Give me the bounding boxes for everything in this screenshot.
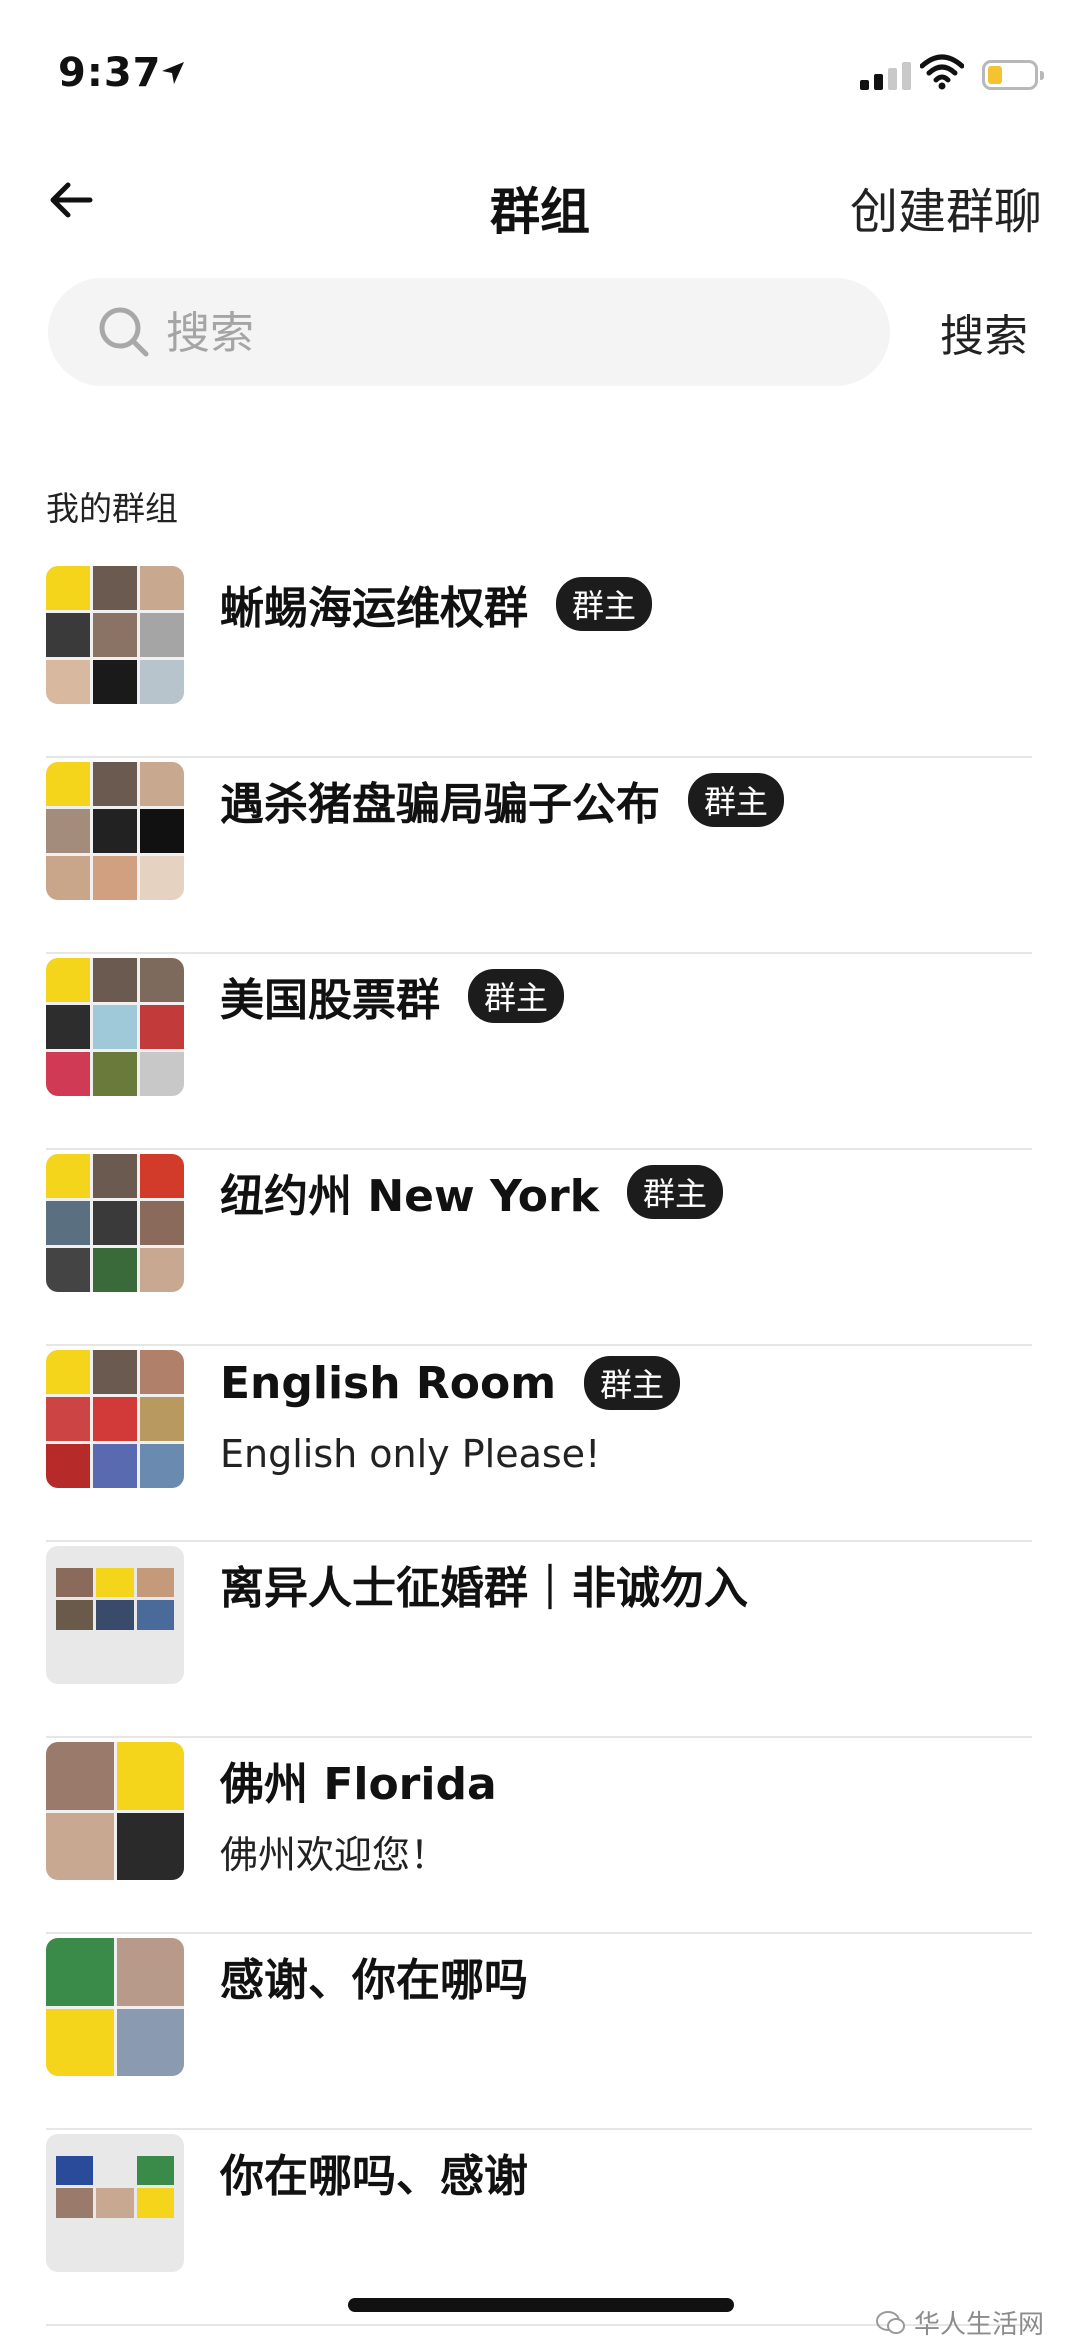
group-row[interactable]: 纽约州 New York 群主: [46, 1150, 1032, 1346]
watermark-text: 华人生活网: [914, 2310, 1045, 2340]
group-list: 蜥蜴海运维权群 群主 遇杀猪盘骗局骗子公布 群主 美国股票群 群主 纽约州 New Y…: [46, 562, 1032, 2326]
group-row[interactable]: 你在哪吗、感谢: [46, 2130, 1032, 2326]
group-avatar: [46, 2134, 184, 2272]
create-group-button[interactable]: 创建群聊: [850, 172, 1042, 242]
group-name: 遇杀猪盘骗局骗子公布: [220, 779, 660, 830]
wifi-icon: [920, 54, 964, 90]
owner-badge: 群主: [688, 773, 785, 827]
group-name: 感谢、你在哪吗: [220, 1955, 528, 2006]
section-title: 我的群组: [46, 489, 178, 528]
group-row[interactable]: English Room 群主 English only Please!: [46, 1346, 1032, 1542]
group-avatar: [46, 1742, 184, 1880]
group-row[interactable]: 美国股票群 群主: [46, 954, 1032, 1150]
group-name: 蜥蜴海运维权群: [220, 583, 528, 634]
search-box[interactable]: [48, 278, 890, 386]
group-name: 美国股票群: [220, 975, 440, 1026]
home-indicator[interactable]: [348, 2298, 734, 2312]
search-button[interactable]: 搜索: [940, 300, 1028, 364]
group-row[interactable]: 离异人士征婚群｜非诚勿入: [46, 1542, 1032, 1738]
search-icon: [99, 307, 149, 357]
location-arrow-icon: [162, 62, 184, 84]
owner-badge: 群主: [556, 577, 653, 631]
owner-badge: 群主: [626, 1165, 723, 1219]
group-name: English Room: [220, 1357, 557, 1409]
group-name: 离异人士征婚群｜非诚勿入: [220, 1563, 748, 1614]
status-bar: 9:37: [0, 0, 1080, 150]
group-avatar: [46, 958, 184, 1096]
battery-icon: [982, 60, 1044, 90]
group-avatar: [46, 762, 184, 900]
group-avatar: [46, 1350, 184, 1488]
group-name: 纽约州 New York: [220, 1171, 599, 1222]
owner-badge: 群主: [584, 1356, 681, 1410]
status-time: 9:37: [58, 50, 162, 96]
group-avatar: [46, 566, 184, 704]
wechat-icon: [876, 2310, 905, 2334]
group-row[interactable]: 遇杀猪盘骗局骗子公布 群主: [46, 758, 1032, 954]
group-name: 你在哪吗、感谢: [220, 2151, 528, 2202]
group-row[interactable]: 感谢、你在哪吗: [46, 1934, 1032, 2130]
group-description: 佛州欢迎您！: [220, 1833, 449, 1877]
watermark: 华人生活网: [876, 2304, 1044, 2341]
group-name: 佛州 Florida: [220, 1759, 497, 1810]
group-avatar: [46, 1154, 184, 1292]
group-avatar: [46, 1938, 184, 2076]
group-description: English only Please!: [220, 1432, 601, 1476]
cellular-signal-icon: [860, 62, 911, 90]
owner-badge: 群主: [468, 969, 565, 1023]
group-avatar: [46, 1546, 184, 1684]
group-row[interactable]: 蜥蜴海运维权群 群主: [46, 562, 1032, 758]
search-input[interactable]: [164, 296, 868, 370]
group-row[interactable]: 佛州 Florida 佛州欢迎您！: [46, 1738, 1032, 1934]
